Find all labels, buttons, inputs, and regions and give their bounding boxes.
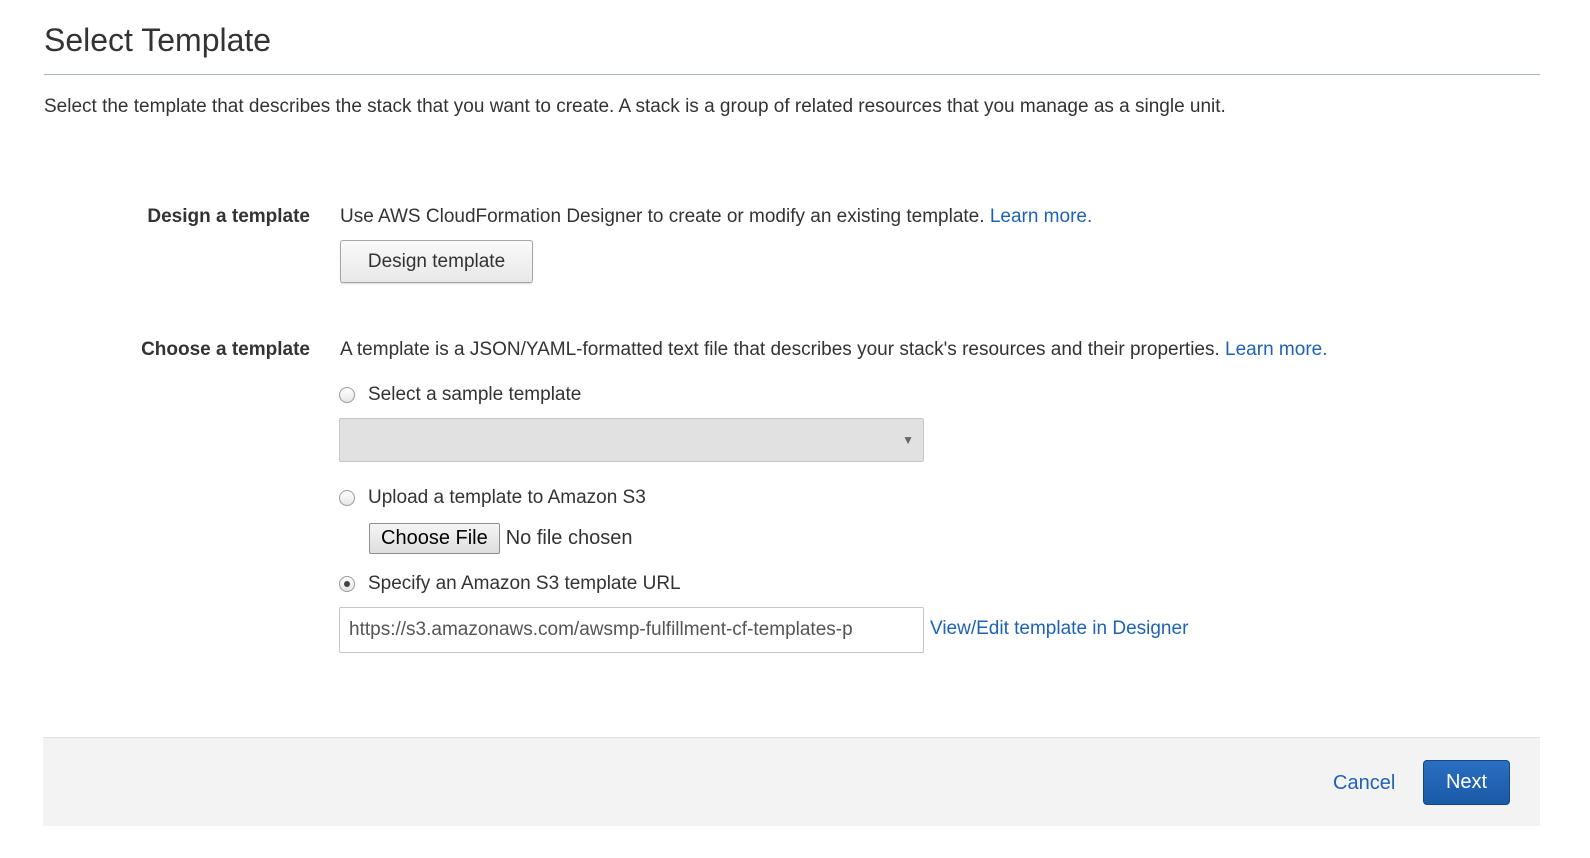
file-upload-control: Choose File No file chosen bbox=[369, 522, 632, 554]
design-template-label: Design a template bbox=[147, 206, 310, 227]
s3-url-radio[interactable] bbox=[339, 576, 355, 592]
s3-url-input[interactable] bbox=[339, 607, 924, 653]
design-template-description-text: Use AWS CloudFormation Designer to creat… bbox=[340, 206, 985, 227]
next-button[interactable]: Next bbox=[1423, 760, 1510, 805]
triangle-down-icon: ▼ bbox=[902, 433, 914, 447]
page-intro: Select the template that describes the s… bbox=[44, 96, 1226, 117]
upload-template-radio[interactable] bbox=[339, 490, 355, 506]
file-status-text: No file chosen bbox=[505, 526, 633, 549]
design-template-description: Use AWS CloudFormation Designer to creat… bbox=[340, 204, 1092, 230]
footer-bar bbox=[43, 737, 1540, 826]
title-divider bbox=[44, 74, 1540, 75]
choose-template-label: Choose a template bbox=[141, 339, 310, 360]
choose-template-description-text: A template is a JSON/YAML-formatted text… bbox=[340, 339, 1220, 360]
sample-template-option[interactable]: Select a sample template bbox=[339, 382, 581, 408]
choose-template-description: A template is a JSON/YAML-formatted text… bbox=[340, 337, 1328, 363]
view-edit-designer-link[interactable]: View/Edit template in Designer bbox=[930, 616, 1188, 642]
upload-template-option[interactable]: Upload a template to Amazon S3 bbox=[339, 485, 646, 511]
s3-url-option[interactable]: Specify an Amazon S3 template URL bbox=[339, 571, 681, 597]
page-title: Select Template bbox=[44, 22, 272, 58]
sample-template-select[interactable]: ▼ bbox=[339, 418, 924, 462]
design-template-button[interactable]: Design template bbox=[340, 240, 533, 283]
s3-url-label: Specify an Amazon S3 template URL bbox=[368, 573, 681, 594]
upload-template-label: Upload a template to Amazon S3 bbox=[368, 487, 646, 508]
choose-file-button[interactable]: Choose File bbox=[369, 522, 500, 554]
choose-learn-more-link[interactable]: Learn more. bbox=[1225, 339, 1327, 360]
cancel-link[interactable]: Cancel bbox=[1333, 770, 1395, 796]
design-learn-more-link[interactable]: Learn more. bbox=[990, 206, 1092, 227]
sample-template-radio[interactable] bbox=[339, 387, 355, 403]
sample-template-label: Select a sample template bbox=[368, 384, 582, 405]
